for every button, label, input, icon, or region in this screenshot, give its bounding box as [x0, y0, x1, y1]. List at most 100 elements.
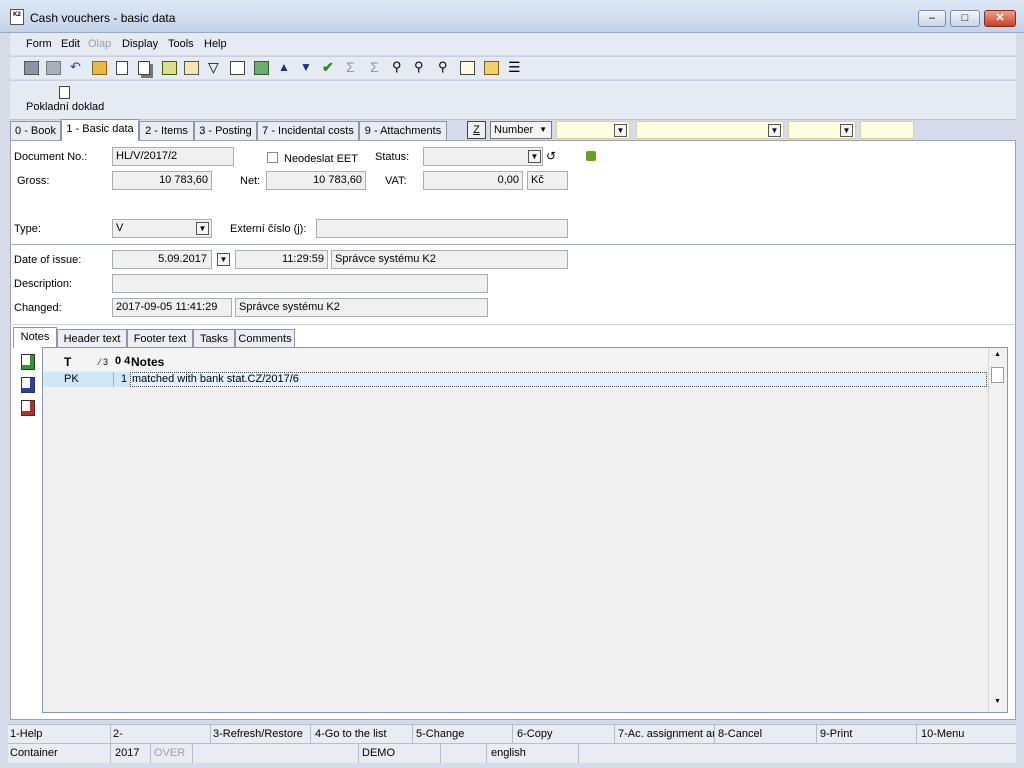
scroll-up-icon[interactable]: ▲	[994, 351, 1001, 358]
check-icon[interactable]: ✔	[322, 60, 337, 75]
chevron-down-icon[interactable]: ▼	[528, 150, 541, 163]
externi-cislo-field[interactable]	[316, 219, 568, 238]
filter-field-1[interactable]: ▼	[556, 121, 630, 139]
fkey-ac-assignment[interactable]: 7-Ac. assignment and	[618, 728, 714, 740]
subtab-tasks[interactable]: Tasks	[193, 329, 235, 348]
neodeslat-eet-checkbox[interactable]	[267, 152, 278, 163]
binoculars-prev-icon[interactable]: ⚲	[438, 60, 453, 75]
undo-icon[interactable]: ↶	[70, 60, 85, 75]
sum-icon[interactable]: Σ	[346, 60, 361, 75]
fkey-print[interactable]: 9-Print	[820, 728, 916, 740]
menu-display[interactable]: Display	[122, 38, 158, 50]
type-label: Type:	[14, 223, 41, 235]
subtab-footer-text[interactable]: Footer text	[127, 329, 193, 348]
status-over: OVER	[154, 747, 186, 759]
issued-by-field[interactable]: Správce systému K2	[331, 250, 568, 269]
tab-attachments[interactable]: 9 - Attachments	[359, 121, 447, 140]
description-field[interactable]	[112, 274, 488, 293]
currency-field[interactable]: Kč	[527, 171, 568, 190]
table-row[interactable]: PK 1 matched with bank stat.CZ/2017/6	[43, 372, 987, 387]
sum-alt-icon[interactable]: Σ	[370, 60, 385, 75]
time-of-issue-field[interactable]: 11:29:59	[235, 250, 328, 269]
filter-doc-icon[interactable]	[230, 61, 245, 75]
scroll-thumb[interactable]	[991, 367, 1004, 383]
tab-book[interactable]: 0 - Book	[10, 121, 61, 140]
notes-grid: T ⁄ 3 0 4 Notes PK 1 matched with bank s…	[42, 347, 1008, 713]
column-header-3[interactable]: 0 4	[115, 355, 130, 367]
filter-icon[interactable]: ▽	[208, 60, 223, 75]
vertical-scrollbar[interactable]: ▲ ▼	[988, 348, 1007, 712]
gross-field[interactable]: 10 783,60	[112, 171, 212, 190]
column-header-2[interactable]: ⁄ 3	[99, 357, 108, 367]
fkey-refresh[interactable]: 3-Refresh/Restore	[213, 728, 309, 740]
fkey-divider	[210, 725, 211, 743]
binoculars-icon[interactable]: ⚲	[392, 60, 407, 75]
chevron-down-icon[interactable]: ▼	[196, 222, 209, 235]
open-folder-icon[interactable]	[92, 61, 107, 75]
chevron-down-icon[interactable]: ▼	[840, 124, 853, 137]
close-button[interactable]: ✕	[984, 10, 1016, 27]
edit-note-icon[interactable]	[21, 377, 35, 393]
fkey-cancel[interactable]: 8-Cancel	[718, 728, 814, 740]
status-divider	[440, 744, 441, 763]
copy-icon[interactable]	[138, 61, 150, 75]
subtab-comments[interactable]: Comments	[235, 329, 295, 348]
history-icon[interactable]: ↺	[546, 150, 556, 162]
stack-icon[interactable]	[254, 61, 269, 75]
new-document-icon[interactable]	[116, 61, 128, 75]
changed-date-field[interactable]: 2017-09-05 11:41:29	[112, 298, 232, 317]
fkey-help[interactable]: 1-Help	[10, 728, 106, 740]
scroll-down-icon[interactable]: ▼	[994, 698, 1001, 705]
minimize-button[interactable]: –	[918, 10, 946, 27]
fkey-change[interactable]: 5-Change	[416, 728, 512, 740]
menu-help[interactable]: Help	[204, 38, 227, 50]
z-button[interactable]: Z	[467, 121, 486, 139]
arrow-down-icon[interactable]: ▼	[300, 61, 315, 75]
vat-field[interactable]: 0,00	[423, 171, 523, 190]
tab-incidental-costs[interactable]: 7 - Incidental costs	[257, 121, 359, 140]
filter-field-2[interactable]: ▼	[636, 121, 784, 139]
chevron-down-icon[interactable]: ▼	[768, 124, 781, 137]
save-as-icon[interactable]	[46, 61, 61, 75]
menu-olap[interactable]: Olap	[88, 38, 111, 50]
chevron-down-icon[interactable]: ▼	[217, 253, 230, 266]
changed-by-field[interactable]: Správce systému K2	[235, 298, 488, 317]
tab-posting[interactable]: 3 - Posting	[194, 121, 257, 140]
chevron-down-icon[interactable]: ▼	[614, 124, 627, 137]
edit-list-icon[interactable]	[484, 61, 499, 75]
number-select[interactable]: Number ▼	[490, 121, 552, 139]
subtab-notes[interactable]: Notes	[13, 327, 57, 348]
column-header-notes[interactable]: Notes	[131, 355, 164, 369]
status-divider	[486, 744, 487, 763]
net-field[interactable]: 10 783,60	[266, 171, 366, 190]
save-icon[interactable]	[24, 61, 39, 75]
row-notes-cell[interactable]: matched with bank stat.CZ/2017/6	[130, 372, 987, 387]
binoculars-next-icon[interactable]: ⚲	[414, 60, 429, 75]
menu-edit[interactable]: Edit	[61, 38, 80, 50]
maximize-button[interactable]: □	[950, 10, 980, 27]
menu-icon[interactable]: ☰	[508, 60, 523, 75]
filter-field-3[interactable]: ▼	[788, 121, 856, 139]
delete-note-icon[interactable]	[21, 400, 35, 416]
fkey-menu[interactable]: 10-Menu	[921, 728, 1011, 740]
arrow-up-icon[interactable]: ▲	[278, 61, 293, 75]
status-language: english	[491, 747, 526, 759]
tab-basic-data[interactable]: 1 - Basic data	[61, 119, 139, 141]
tab-items[interactable]: 2 - Items	[139, 121, 194, 140]
menu-tools[interactable]: Tools	[168, 38, 194, 50]
fkey-copy[interactable]: 6-Copy	[517, 728, 613, 740]
subtab-header-text[interactable]: Header text	[57, 329, 127, 348]
date-of-issue-field[interactable]: 5.09.2017	[112, 250, 212, 269]
column-header-t[interactable]: T	[64, 355, 71, 369]
lock-icon[interactable]	[162, 61, 177, 75]
add-note-icon[interactable]	[21, 354, 35, 370]
fkey-go-to-list[interactable]: 4-Go to the list	[315, 728, 411, 740]
document-no-field[interactable]: HL/V/2017/2	[112, 147, 234, 166]
filter-field-4[interactable]	[860, 121, 914, 139]
status-select[interactable]	[423, 147, 543, 166]
menu-form[interactable]: Form	[26, 38, 52, 50]
mail-icon[interactable]	[460, 61, 475, 75]
fkey-2[interactable]: 2-	[113, 728, 209, 740]
book-icon[interactable]	[184, 61, 199, 75]
pokladni-doklad-button[interactable]: Pokladní doklad	[26, 101, 104, 113]
